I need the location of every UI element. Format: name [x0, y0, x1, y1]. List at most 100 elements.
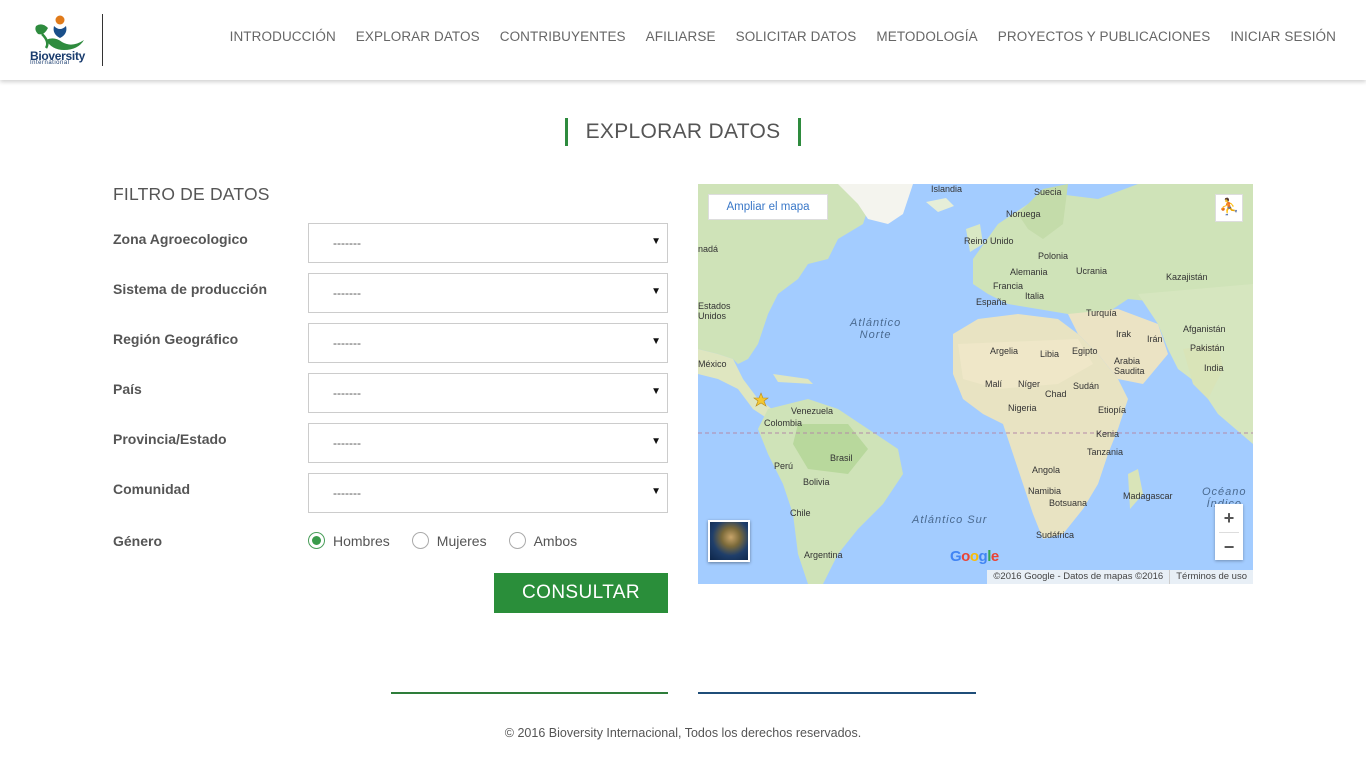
map-label-brasil: Brasil — [830, 453, 853, 463]
map-terms-link[interactable]: Términos de uso — [1169, 570, 1253, 584]
field-label: Provincia/Estado — [113, 431, 227, 447]
zoom-in-button[interactable]: + — [1215, 504, 1243, 532]
map-label-estados-unidos: Estados Unidos — [698, 301, 731, 321]
logo-icon — [35, 15, 84, 50]
dropdown-arrow-icon: ▼ — [651, 236, 661, 247]
zoom-out-button[interactable]: − — [1215, 533, 1243, 561]
map-label-angola: Angola — [1032, 465, 1061, 475]
field-label: Zona Agroecologico — [113, 231, 248, 247]
zona-agroecologico-select[interactable]: ------- ▼ — [308, 223, 668, 263]
map-label-chile: Chile — [790, 508, 811, 518]
select-value: ------- — [333, 336, 361, 350]
field-label: Región Geográfico — [113, 331, 239, 347]
page-title: EXPLORAR DATOS — [564, 118, 802, 146]
field-genero: Género Hombres Mujeres Ambos — [113, 532, 668, 556]
sistema-produccion-select[interactable]: ------- ▼ — [308, 273, 668, 313]
pais-select[interactable]: ------- ▼ — [308, 373, 668, 413]
main-nav: INTRODUCCIÓN EXPLORAR DATOS CONTRIBUYENT… — [230, 29, 1336, 44]
enlarge-map-button[interactable]: Ampliar el mapa — [708, 194, 828, 220]
map-label-argentina: Argentina — [804, 550, 843, 560]
nav-afiliarse[interactable]: AFILIARSE — [646, 29, 716, 44]
map-label-iran: Irán — [1147, 334, 1163, 344]
radio-label: Ambos — [533, 532, 578, 549]
gender-radio-group: Hombres Mujeres Ambos — [308, 532, 599, 549]
radio-button[interactable] — [308, 532, 325, 549]
map-label-kenia: Kenia — [1096, 429, 1120, 439]
map-label-canada: nadá — [698, 244, 719, 254]
map-label-etiopia: Etiopía — [1098, 405, 1127, 415]
dropdown-arrow-icon: ▼ — [651, 486, 661, 497]
provincia-estado-select[interactable]: ------- ▼ — [308, 423, 668, 463]
nav-metodologia[interactable]: METODOLOGÍA — [876, 29, 977, 44]
nav-iniciar-sesion[interactable]: INICIAR SESIÓN — [1230, 29, 1336, 44]
map-label-colombia: Colombia — [764, 418, 803, 428]
map-label-islandia: Islandia — [931, 184, 963, 194]
page-title-wrap: EXPLORAR DATOS — [0, 118, 1366, 146]
map-attribution: ©2016 Google - Datos de mapas ©2016 — [993, 571, 1164, 582]
footer-divider-right — [698, 692, 976, 694]
radio-button[interactable] — [508, 532, 526, 549]
field-pais: País ------- ▼ — [113, 373, 668, 413]
map-attribution-bar: ©2016 Google - Datos de mapas ©2016 Térm… — [987, 570, 1253, 584]
dropdown-arrow-icon: ▼ — [651, 336, 661, 347]
consultar-button[interactable]: CONSULTAR — [494, 573, 668, 613]
field-zona-agroecologico: Zona Agroecologico ------- ▼ — [113, 223, 668, 263]
map-label-nigeria: Nigeria — [1008, 403, 1037, 413]
logo-divider — [102, 14, 103, 66]
map-label-reino-unido: Reino Unido — [964, 236, 1014, 246]
field-label: País — [113, 381, 142, 397]
map-label-suecia: Suecia — [1034, 187, 1062, 197]
map-label-libia: Libia — [1040, 349, 1060, 359]
radio-hombres[interactable]: Hombres — [308, 532, 390, 549]
map-label-sudafrica: Sudáfrica — [1036, 530, 1075, 540]
map-label-namibia: Namibia — [1028, 486, 1062, 496]
field-region-geografico: Región Geográfico ------- ▼ — [113, 323, 668, 363]
field-provincia-estado: Provincia/Estado ------- ▼ — [113, 423, 668, 463]
map-label-pakistan: Pakistán — [1190, 343, 1225, 353]
world-map[interactable]: Islandia Suecia Noruega Reino Unido Polo… — [698, 184, 1253, 584]
nav-explorar-datos[interactable]: EXPLORAR DATOS — [356, 29, 480, 44]
dropdown-arrow-icon: ▼ — [651, 386, 661, 397]
map-label-botsuana: Botsuana — [1049, 498, 1088, 508]
nav-proyectos-publicaciones[interactable]: PROYECTOS Y PUBLICACIONES — [998, 29, 1211, 44]
zoom-controls: + − — [1215, 504, 1243, 560]
select-value: ------- — [333, 486, 361, 500]
map-label-india: India — [1204, 363, 1224, 373]
radio-mujeres[interactable]: Mujeres — [411, 532, 487, 549]
map-label-venezuela: Venezuela — [791, 406, 834, 416]
radio-label: Mujeres — [436, 532, 487, 549]
region-geografico-select[interactable]: ------- ▼ — [308, 323, 668, 363]
select-value: ------- — [333, 236, 361, 250]
field-label: Género — [113, 533, 163, 549]
field-sistema-produccion: Sistema de producción ------- ▼ — [113, 273, 668, 313]
map-label-ucrania: Ucrania — [1076, 266, 1108, 276]
map-label-afganistan: Afganistán — [1183, 324, 1226, 334]
map-label-sudan: Sudán — [1073, 381, 1100, 391]
nav-introduccion[interactable]: INTRODUCCIÓN — [230, 29, 336, 44]
radio-ambos[interactable]: Ambos — [508, 532, 578, 549]
radio-button[interactable] — [411, 532, 429, 549]
map-label-peru: Perú — [774, 461, 794, 471]
dropdown-arrow-icon: ▼ — [651, 286, 661, 297]
map-label-madagascar: Madagascar — [1123, 491, 1173, 501]
satellite-toggle-button[interactable] — [708, 520, 750, 562]
pegman-icon[interactable]: ⛹ — [1215, 194, 1243, 222]
map-label-italia: Italia — [1025, 291, 1045, 301]
map-label-noruega: Noruega — [1006, 209, 1041, 219]
nav-contribuyentes[interactable]: CONTRIBUYENTES — [500, 29, 626, 44]
logo-subtitle: International — [30, 60, 70, 66]
map-label-kazajistan: Kazajistán — [1166, 272, 1208, 282]
map-label-espana: España — [976, 297, 1007, 307]
nav-solicitar-datos[interactable]: SOLICITAR DATOS — [736, 29, 857, 44]
radio-label: Hombres — [333, 532, 390, 549]
footer-divider-left — [391, 692, 668, 694]
map-label-argelia: Argelia — [990, 346, 1019, 356]
map-label-polonia: Polonia — [1038, 251, 1069, 261]
copyright: © 2016 Bioversity Internacional, Todos l… — [504, 726, 862, 740]
site-header: Bioversity International INTRODUCCIÓN EX… — [0, 0, 1366, 80]
map-label-alemania: Alemania — [1010, 267, 1048, 277]
comunidad-select[interactable]: ------- ▼ — [308, 473, 668, 513]
map-label-turquia: Turquía — [1086, 308, 1117, 318]
map-label-bolivia: Bolivia — [803, 477, 830, 487]
map-label-mali: Malí — [985, 379, 1003, 389]
